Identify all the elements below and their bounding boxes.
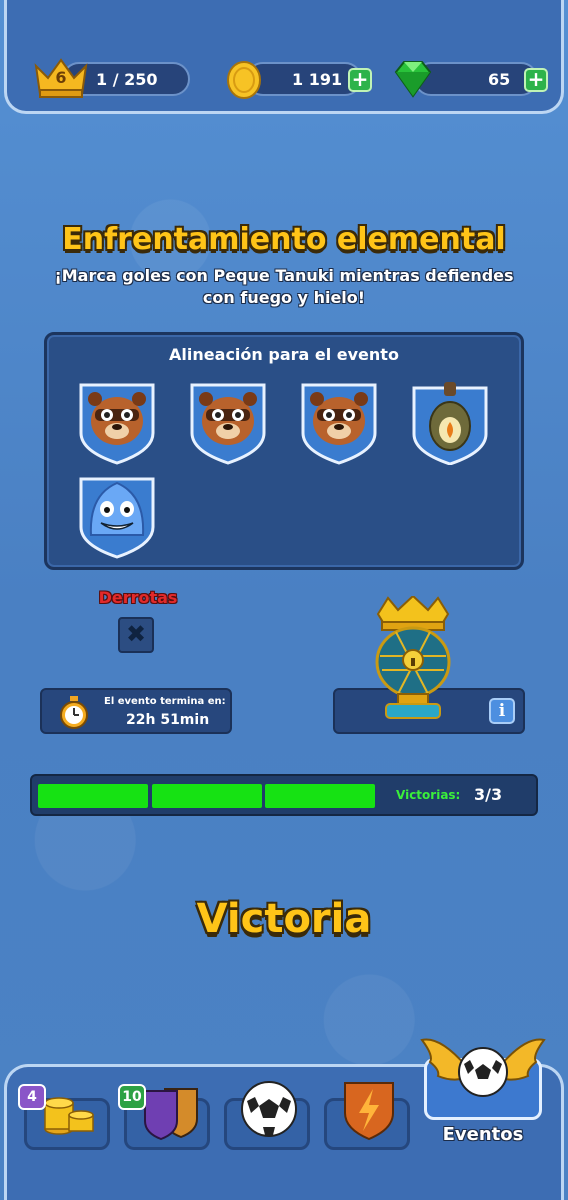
nav-badge-shop: 4 [18, 1084, 46, 1110]
defeat-slot: ✖ [118, 617, 154, 653]
lineup-card-fire-bottle[interactable] [410, 375, 490, 466]
timer-label: El evento termina en: [104, 696, 226, 707]
coin-icon [226, 60, 262, 100]
trophy-vase-icon[interactable] [368, 594, 458, 728]
gem-icon [392, 60, 434, 98]
event-timer-panel: El evento termina en: 22h 51min [40, 688, 232, 734]
tanuki-icon [301, 383, 377, 465]
info-button[interactable]: i [489, 698, 515, 724]
event-subtitle: ¡Marca goles con Peque Tanuki mientras d… [54, 266, 514, 307]
tanuki-icon [79, 383, 155, 465]
tanuki-icon [190, 383, 266, 465]
gems-value: 65 [488, 69, 511, 89]
lineup-card-tanuki-3[interactable] [299, 381, 379, 465]
timer-value: 22h 51min [126, 712, 210, 728]
lineup-card-ice-spirit[interactable] [77, 475, 157, 559]
add-gems-button[interactable]: + [524, 68, 548, 92]
coins-resource[interactable]: 1 191 + [246, 62, 372, 96]
nav-label-events: Eventos [442, 1124, 524, 1145]
level-progress: 1 / 250 [96, 69, 158, 89]
nav-tab-play[interactable] [224, 1081, 310, 1150]
level-number: 6 [55, 68, 67, 87]
soccer-ball-icon [239, 1079, 299, 1143]
x-icon: ✖ [125, 620, 147, 648]
add-coins-button[interactable]: + [348, 68, 372, 92]
ice-spirit-icon [79, 477, 155, 559]
progress-segment-2 [152, 784, 262, 808]
nav-badge-cards: 10 [118, 1084, 146, 1110]
fire-bottle-icon [412, 382, 488, 466]
lineup-card-tanuki-1[interactable] [77, 381, 157, 465]
lineup-card-tanuki-2[interactable] [188, 381, 268, 465]
winged-ball-icon [420, 1026, 546, 1106]
background-pattern [0, 0, 568, 1200]
lineup-title: Alineación para el evento [169, 345, 399, 364]
cards-icon [139, 1081, 201, 1145]
victories-value: 3/3 [474, 785, 503, 804]
event-title: Enfrentamiento elemental [62, 222, 506, 257]
result-text: Victoria [196, 896, 372, 942]
shield-bolt-icon [339, 1079, 399, 1145]
lineup-panel: Alineación para el evento [44, 332, 524, 570]
stopwatch-icon [58, 696, 90, 730]
victories-progress: Victorias: 3/3 [30, 774, 538, 816]
crown-icon: 6 [32, 56, 90, 100]
progress-segment-1 [38, 784, 148, 808]
victories-label: Victorias: [396, 788, 461, 802]
defeats-label: Derrotas [98, 588, 178, 607]
coins-value: 1 191 [292, 69, 343, 89]
progress-segment-3 [265, 784, 375, 808]
nav-tab-clan[interactable] [324, 1082, 410, 1150]
coins-stack-icon [39, 1079, 99, 1143]
